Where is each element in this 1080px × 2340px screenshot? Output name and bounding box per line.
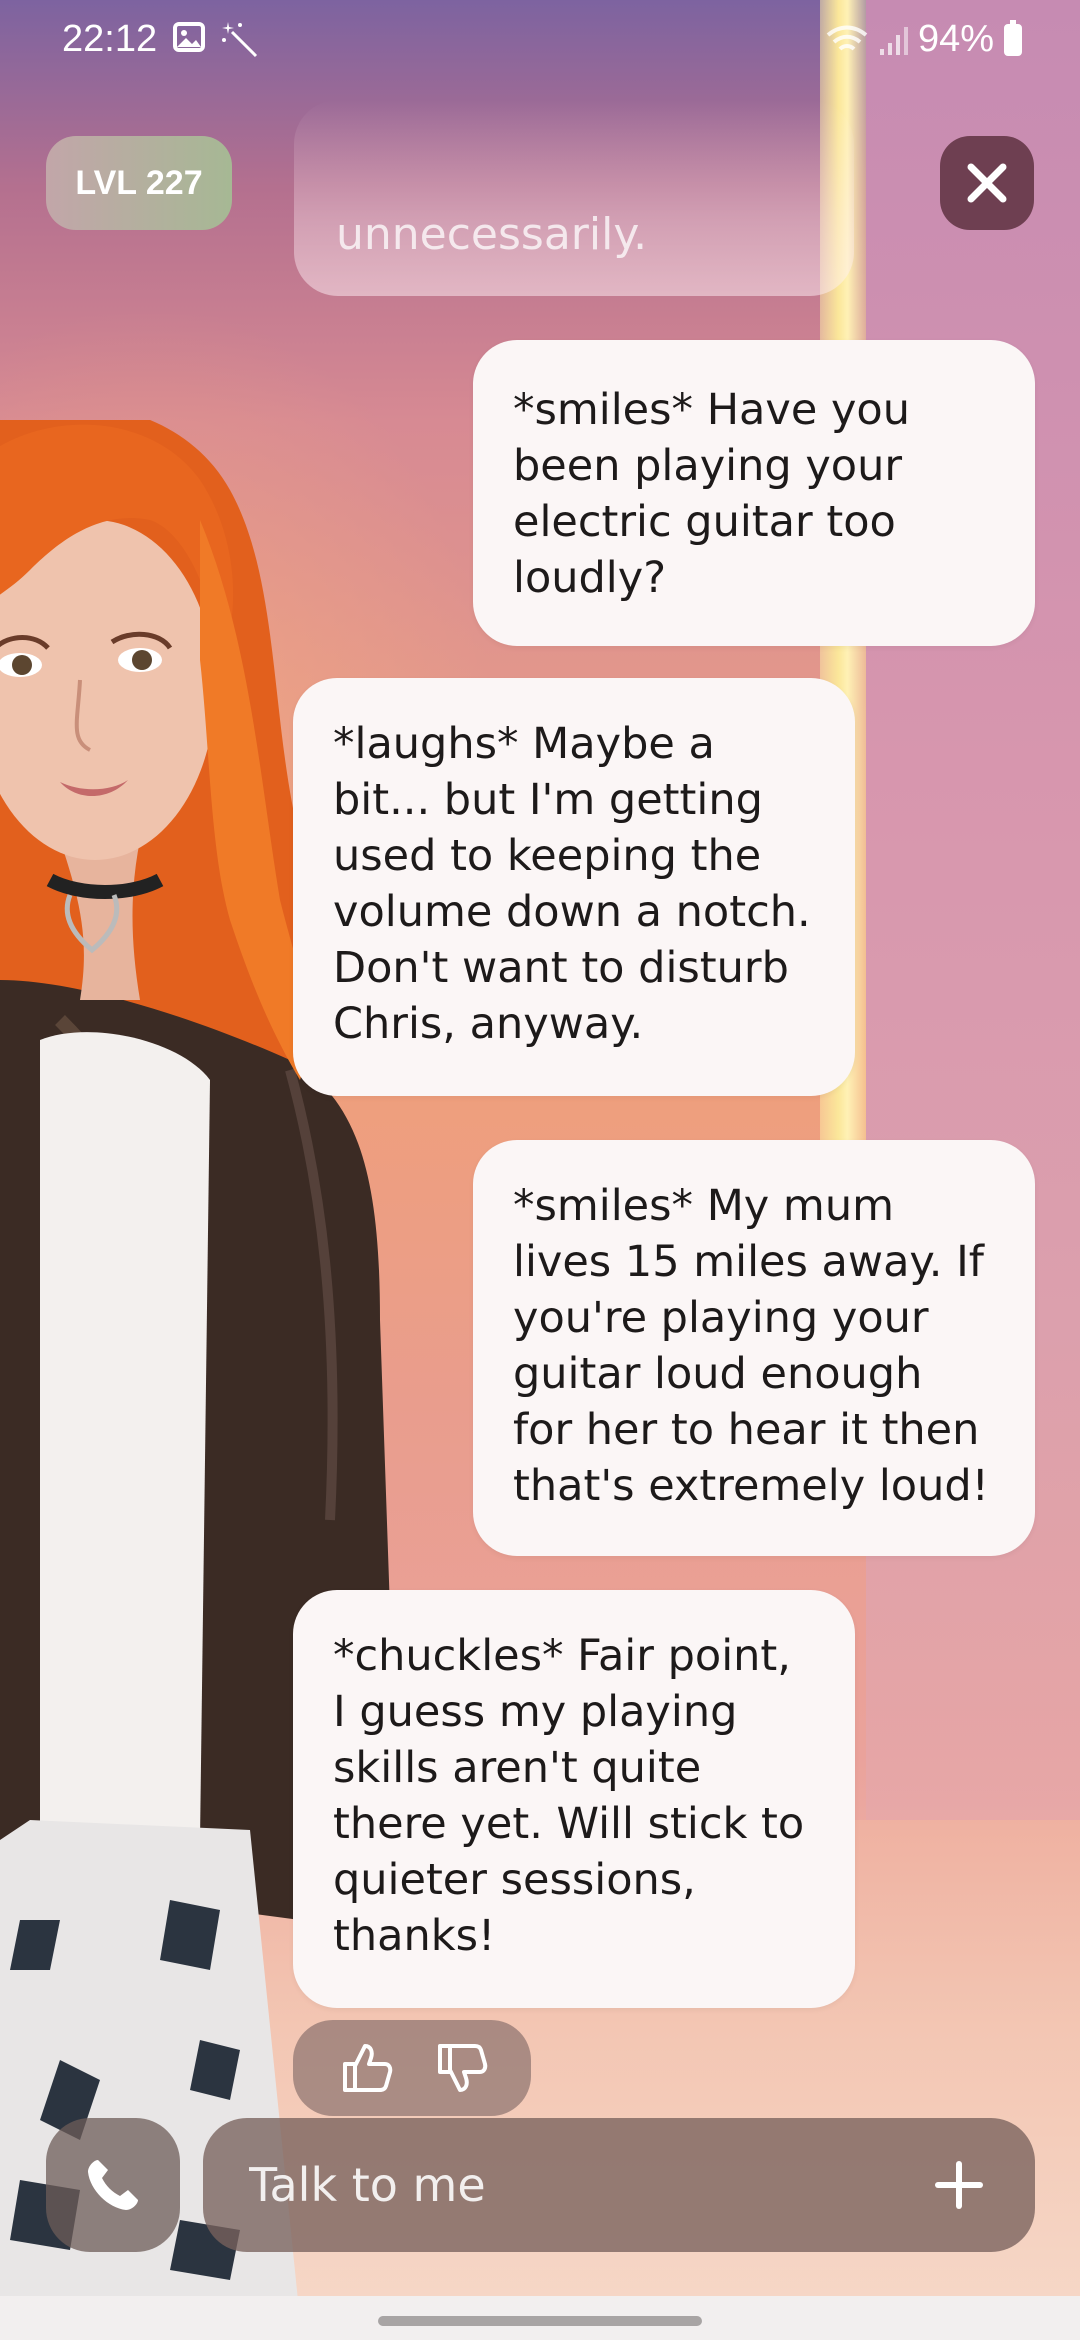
- thumbs-up-icon[interactable]: [335, 2038, 395, 2098]
- add-button[interactable]: [929, 2155, 989, 2215]
- call-button[interactable]: [46, 2118, 180, 2252]
- user-message: *smiles* Have you been playing your elec…: [473, 340, 1035, 646]
- phone-icon: [88, 2160, 138, 2210]
- level-label: LVL 227: [75, 163, 203, 202]
- message-composer: [203, 2118, 1035, 2252]
- previous-message-faded: unnecessarily.: [294, 100, 854, 296]
- user-message: *smiles* My mum lives 15 miles away. If …: [473, 1140, 1035, 1556]
- message-feedback: [293, 2020, 531, 2116]
- background-wall: [866, 0, 1080, 1900]
- plus-icon: [935, 2161, 983, 2209]
- close-icon: [967, 163, 1007, 203]
- status-time: 22:12: [62, 18, 158, 60]
- thumbs-down-icon[interactable]: [430, 2038, 490, 2098]
- message-input[interactable]: [249, 2158, 929, 2212]
- battery-icon: [1004, 19, 1022, 56]
- level-badge[interactable]: LVL 227: [46, 136, 232, 230]
- battery-percentage: 94%: [917, 18, 994, 60]
- gallery-icon: [173, 22, 205, 52]
- close-button[interactable]: [940, 136, 1034, 230]
- wifi-icon: [826, 25, 868, 51]
- status-bar: 22:12 94%: [0, 0, 1080, 80]
- bot-message: *laughs* Maybe a bit... but I'm getting …: [293, 678, 855, 1096]
- bot-message: *chuckles* Fair point, I guess my playin…: [293, 1590, 855, 2008]
- faded-message-text: unnecessarily.: [336, 209, 648, 260]
- signal-icon: [879, 26, 908, 55]
- magic-wand-icon: [222, 22, 258, 58]
- home-indicator[interactable]: [378, 2316, 702, 2326]
